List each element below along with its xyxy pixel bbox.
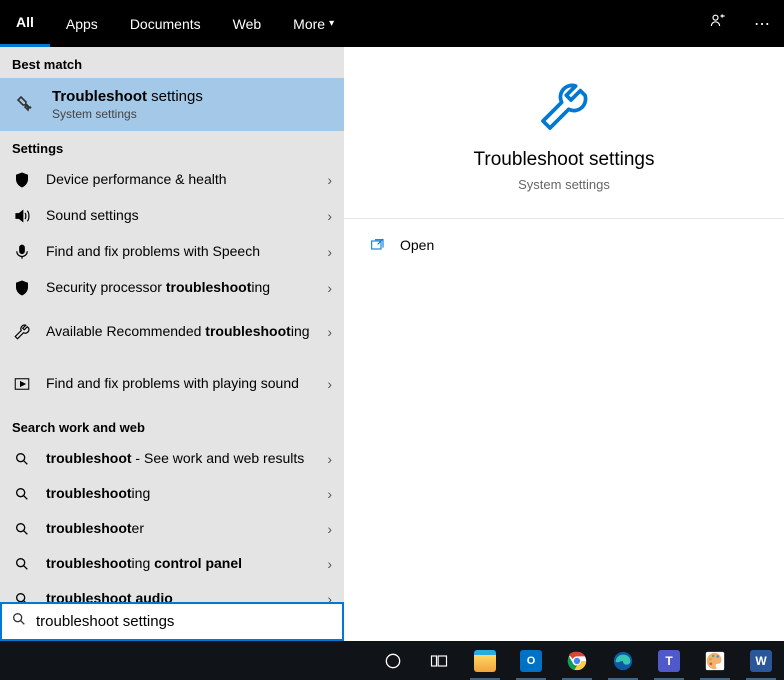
chevron-right-icon: › <box>327 172 332 188</box>
play-icon <box>12 375 32 393</box>
search-icon <box>12 521 32 537</box>
section-settings: Settings <box>0 131 344 162</box>
result-label: Security processor troubleshooting <box>46 279 313 297</box>
web-suggestion[interactable]: troubleshoot - See work and web results › <box>0 441 344 476</box>
settings-result[interactable]: Security processor troubleshooting › <box>0 270 344 306</box>
taskbar-teams-icon[interactable]: T <box>646 641 692 680</box>
detail-title: Troubleshoot settings <box>344 149 784 171</box>
settings-result[interactable]: Sound settings › <box>0 198 344 234</box>
taskbar-chrome-icon[interactable] <box>554 641 600 680</box>
suggestion-label: troubleshooting control panel <box>46 555 313 573</box>
result-label: Sound settings <box>46 207 313 225</box>
web-suggestion[interactable]: troubleshooting control panel › <box>0 546 344 581</box>
taskbar-outlook-icon[interactable]: O <box>508 641 554 680</box>
detail-subtitle: System settings <box>344 177 784 192</box>
best-match-title: Troubleshoot settings <box>52 88 203 105</box>
chevron-right-icon: › <box>327 280 332 296</box>
tab-more-label: More <box>293 16 325 32</box>
wrench-icon <box>536 79 592 135</box>
sound-icon <box>12 207 32 225</box>
search-scope-tabs: All Apps Documents Web More ▾ ⋯ <box>0 0 784 47</box>
tab-apps[interactable]: Apps <box>50 0 114 47</box>
shield-icon <box>12 279 32 297</box>
open-label: Open <box>400 237 434 253</box>
more-options-icon[interactable]: ⋯ <box>748 14 776 34</box>
settings-result[interactable]: Find and fix problems with Speech › <box>0 234 344 270</box>
chevron-right-icon: › <box>327 324 332 340</box>
tab-web[interactable]: Web <box>217 0 278 47</box>
taskbar: O T W <box>0 641 784 680</box>
wrench-icon <box>12 91 40 119</box>
result-label: Find and fix problems with playing sound <box>46 375 313 393</box>
result-label: Find and fix problems with Speech <box>46 243 313 261</box>
suggestion-label: troubleshooting <box>46 485 313 503</box>
settings-result[interactable]: Device performance & health › <box>0 162 344 198</box>
tab-more[interactable]: More ▾ <box>277 0 350 47</box>
taskbar-word-icon[interactable]: W <box>738 641 784 680</box>
suggestion-label: troubleshoot - See work and web results <box>46 450 313 468</box>
taskbar-edge-icon[interactable] <box>600 641 646 680</box>
tab-documents[interactable]: Documents <box>114 0 217 47</box>
result-label: Device performance & health <box>46 171 313 189</box>
tab-all[interactable]: All <box>0 0 50 47</box>
search-icon <box>12 486 32 502</box>
taskbar-cortana-icon[interactable] <box>370 641 416 680</box>
chevron-right-icon: › <box>327 208 332 224</box>
taskbar-file-explorer-icon[interactable] <box>462 641 508 680</box>
wrench-icon <box>12 323 32 341</box>
settings-result[interactable]: Find and fix problems with playing sound… <box>0 358 344 410</box>
section-best-match: Best match <box>0 47 344 78</box>
suggestion-label: troubleshooter <box>46 520 313 538</box>
result-label: Available Recommended troubleshooting <box>46 323 313 341</box>
chevron-right-icon: › <box>327 486 332 502</box>
search-icon <box>12 451 32 467</box>
chevron-right-icon: › <box>327 244 332 260</box>
open-icon <box>368 237 386 253</box>
chevron-right-icon: › <box>327 451 332 467</box>
results-list: Best match Troubleshoot settings System … <box>0 47 344 641</box>
section-search-work-web: Search work and web <box>0 410 344 441</box>
web-suggestion[interactable]: troubleshooter › <box>0 511 344 546</box>
shield-icon <box>12 171 32 189</box>
settings-result[interactable]: Available Recommended troubleshooting › <box>0 306 344 358</box>
taskbar-taskview-icon[interactable] <box>416 641 462 680</box>
caret-down-icon: ▾ <box>329 18 334 29</box>
search-icon <box>2 611 36 632</box>
search-box[interactable] <box>0 602 344 641</box>
chevron-right-icon: › <box>327 376 332 392</box>
search-input[interactable] <box>36 613 342 630</box>
open-action[interactable]: Open <box>344 219 784 271</box>
search-icon <box>12 556 32 572</box>
web-suggestion[interactable]: troubleshooting › <box>0 476 344 511</box>
feedback-icon[interactable] <box>704 11 732 36</box>
result-best-match[interactable]: Troubleshoot settings System settings <box>0 78 344 131</box>
best-match-subtitle: System settings <box>52 107 203 121</box>
chevron-right-icon: › <box>327 556 332 572</box>
result-detail-pane: Troubleshoot settings System settings Op… <box>344 47 784 641</box>
chevron-right-icon: › <box>327 521 332 537</box>
taskbar-paint-icon[interactable] <box>692 641 738 680</box>
mic-icon <box>12 243 32 261</box>
